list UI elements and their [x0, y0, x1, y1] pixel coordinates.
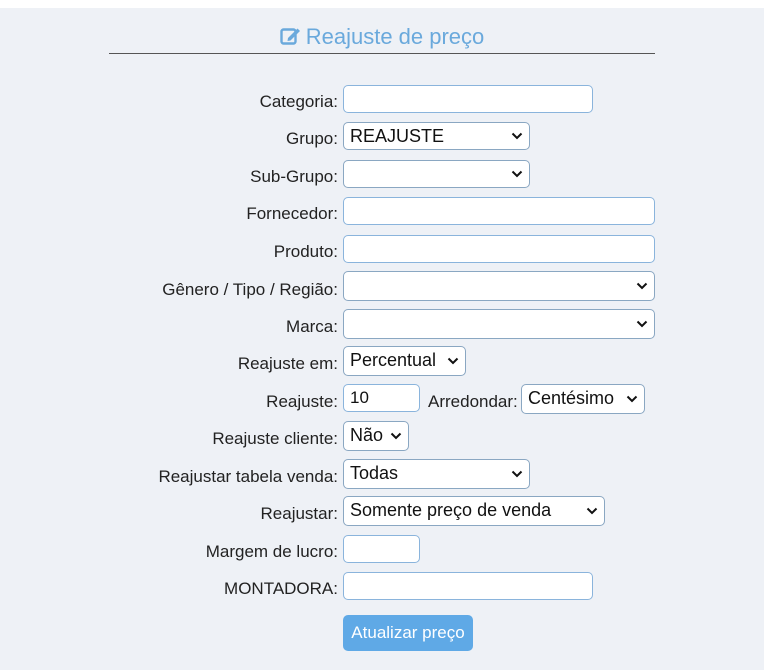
arredondar-label: Arredondar:: [428, 392, 518, 411]
atualizar-preco-button[interactable]: Atualizar preço: [343, 615, 473, 651]
chevron-down-icon: [626, 395, 638, 403]
chevron-down-icon: [636, 282, 648, 290]
produto-input[interactable]: [343, 235, 655, 263]
arredondar-select[interactable]: Centésimo: [521, 384, 645, 414]
grupo-value: REAJUSTE: [350, 126, 445, 146]
reajuste-input[interactable]: 10: [343, 384, 420, 412]
chevron-down-icon: [511, 170, 523, 178]
chevron-down-icon: [447, 357, 459, 365]
fornecedor-label: Fornecedor:: [246, 204, 338, 223]
reajustar-select[interactable]: Somente preço de venda: [343, 496, 605, 526]
reajuste-cliente-value: Não: [350, 425, 384, 445]
tabela-venda-label: Reajustar tabela venda:: [158, 467, 338, 486]
reajuste-em-select[interactable]: Percentual: [343, 346, 466, 376]
reajustar-value: Somente preço de venda: [350, 500, 552, 520]
grupo-select[interactable]: REAJUSTE: [343, 122, 530, 150]
grupo-label: Grupo:: [286, 129, 338, 148]
genero-select[interactable]: [343, 271, 655, 301]
reajuste-label: Reajuste:: [266, 392, 338, 411]
fornecedor-input[interactable]: [343, 197, 655, 225]
tabela-venda-select[interactable]: Todas: [343, 459, 530, 489]
edit-icon: [280, 28, 300, 45]
montadora-input[interactable]: [343, 572, 593, 600]
chevron-down-icon: [636, 320, 648, 328]
subgrupo-label: Sub-Grupo:: [250, 167, 338, 186]
chevron-down-icon: [511, 470, 523, 478]
chevron-down-icon: [390, 432, 402, 440]
categoria-label: Categoria:: [259, 92, 338, 111]
page-title-text: Reajuste de preço: [305, 24, 485, 49]
marca-select[interactable]: [343, 309, 655, 339]
margem-label: Margem de lucro:: [205, 542, 338, 561]
subgrupo-select[interactable]: [343, 160, 530, 188]
page-title: Reajuste de preço: [109, 26, 655, 54]
categoria-input[interactable]: [343, 85, 593, 113]
margem-input[interactable]: [343, 535, 420, 563]
reajustar-label: Reajustar:: [260, 504, 338, 523]
genero-label: Gênero / Tipo / Região:: [162, 280, 338, 299]
montadora-label: MONTADORA:: [224, 579, 338, 598]
reajuste-em-value: Percentual: [350, 350, 437, 370]
reajuste-cliente-label: Reajuste cliente:: [212, 429, 338, 448]
produto-label: Produto:: [273, 242, 338, 261]
reajuste-cliente-select[interactable]: Não: [343, 421, 409, 451]
chevron-down-icon: [586, 507, 598, 515]
marca-label: Marca:: [286, 317, 338, 336]
chevron-down-icon: [511, 132, 523, 140]
arredondar-value: Centésimo: [528, 388, 615, 408]
tabela-venda-value: Todas: [350, 463, 399, 483]
reajuste-em-label: Reajuste em:: [237, 354, 338, 373]
